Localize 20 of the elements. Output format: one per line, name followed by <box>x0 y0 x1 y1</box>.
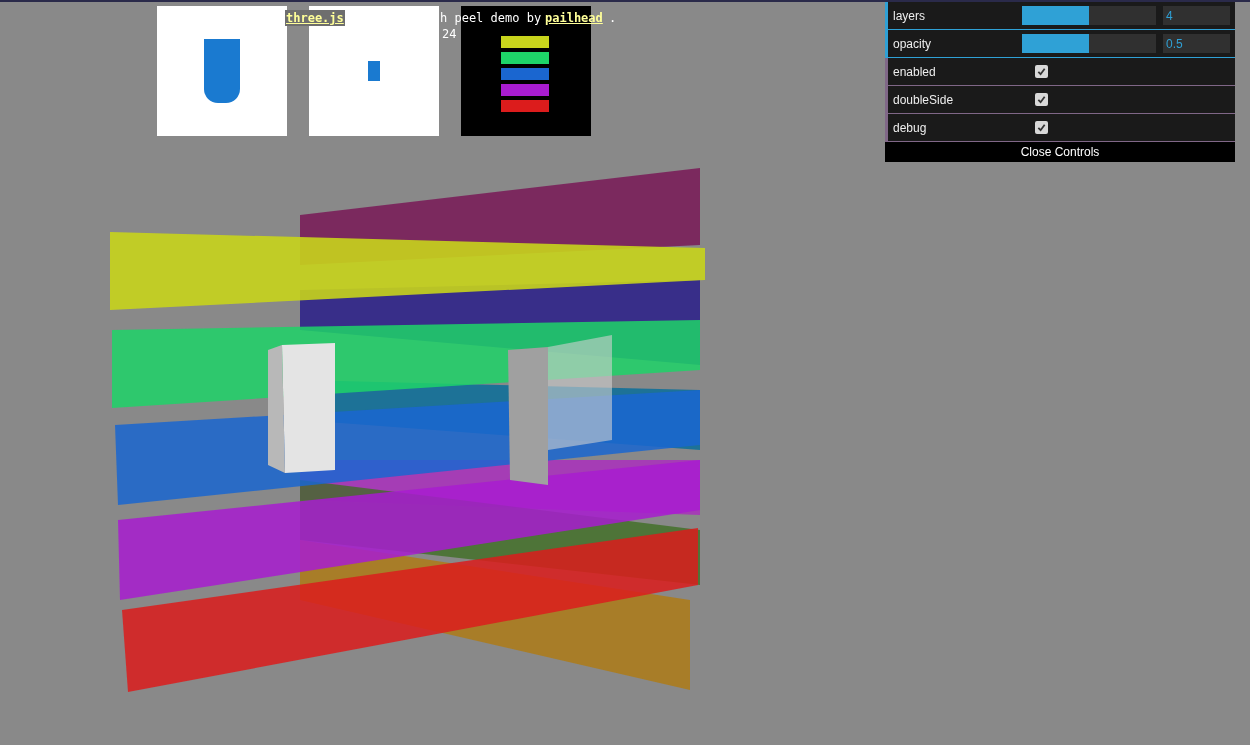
slider[interactable] <box>1022 6 1156 25</box>
link[interactable]: three.js <box>285 10 345 26</box>
checkbox[interactable] <box>1035 65 1048 78</box>
control-label: enabled <box>892 63 937 81</box>
checkbox[interactable] <box>1035 121 1048 134</box>
info-text: h peel demo by <box>440 10 542 26</box>
number-field[interactable]: 4 <box>1163 6 1230 25</box>
noise-shape-drawing <box>204 39 240 103</box>
control-label: doubleSide <box>892 91 955 109</box>
number-field[interactable]: 0.5 <box>1163 34 1230 53</box>
link[interactable]: pailhead <box>545 10 603 26</box>
checkbox[interactable] <box>1035 93 1048 106</box>
control-label: layers <box>892 7 926 25</box>
info-text: . <box>609 10 617 26</box>
control-label: opacity <box>892 35 933 53</box>
info-text: 24 <box>442 26 457 42</box>
noise-shape-drawing <box>368 61 380 81</box>
slider[interactable] <box>1022 34 1156 53</box>
control-label: debug <box>892 119 928 137</box>
close-controls-button[interactable]: Close Controls <box>885 142 1235 162</box>
